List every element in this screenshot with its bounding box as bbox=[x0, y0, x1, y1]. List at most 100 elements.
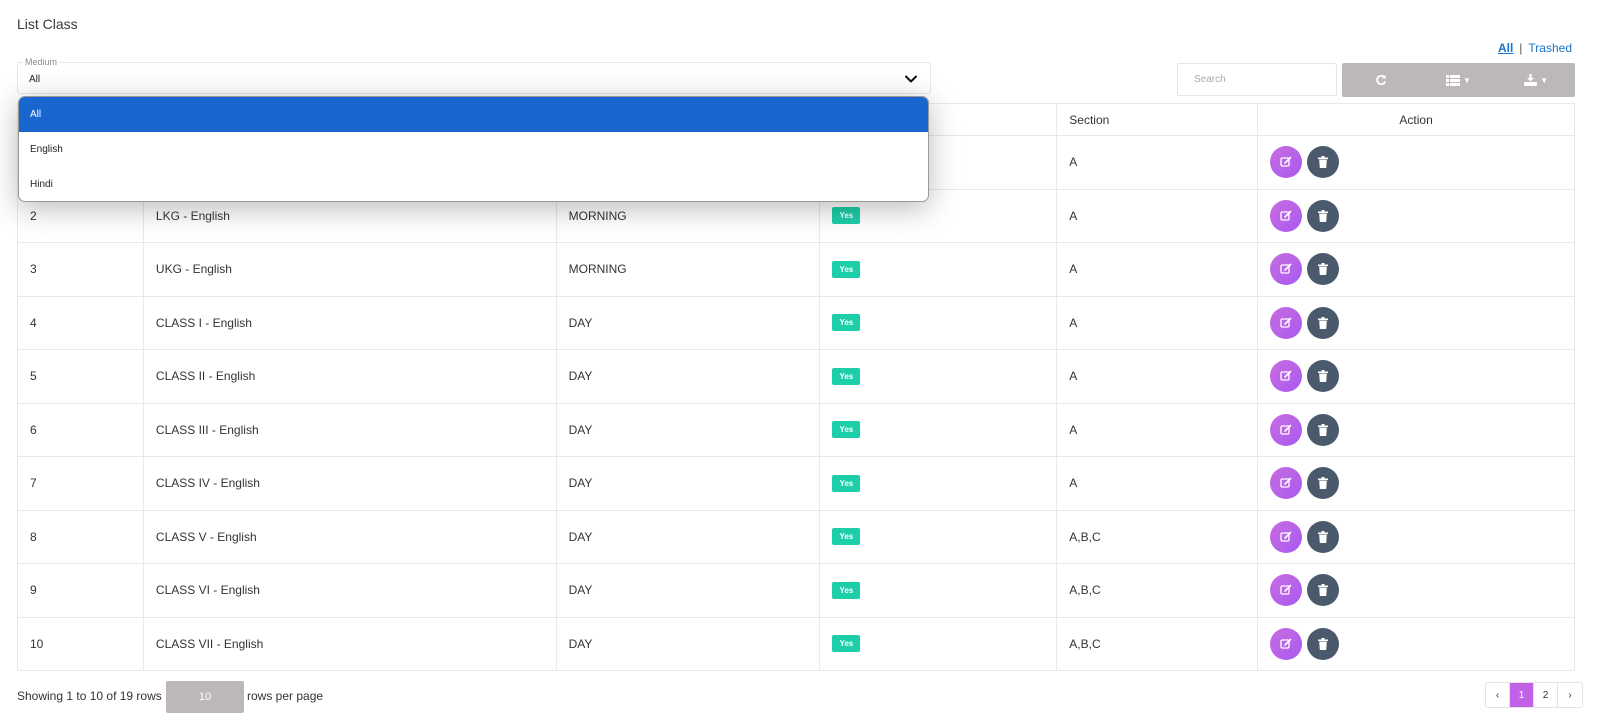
table-body: 1Nursery - EnglishMORNINGYesA2LKG - Engl… bbox=[17, 135, 1575, 671]
trash-icon bbox=[1318, 477, 1329, 490]
status-badge: Yes bbox=[832, 635, 861, 653]
refresh-button[interactable] bbox=[1342, 63, 1420, 97]
cell-no: 10 bbox=[17, 616, 144, 671]
delete-button[interactable] bbox=[1307, 574, 1340, 607]
cell-status: Yes bbox=[819, 402, 1058, 457]
cell-section: A bbox=[1056, 295, 1259, 350]
edit-button[interactable] bbox=[1270, 360, 1303, 393]
row-actions bbox=[1270, 199, 1574, 232]
cell-class: UKG - English bbox=[142, 242, 557, 297]
cell-class: CLASS V - English bbox=[142, 509, 557, 564]
edit-icon bbox=[1280, 424, 1292, 435]
chevron-down-icon[interactable] bbox=[904, 72, 918, 86]
row-actions bbox=[1270, 467, 1574, 500]
cell-action bbox=[1257, 563, 1575, 618]
cell-no: 4 bbox=[17, 295, 144, 350]
delete-button[interactable] bbox=[1307, 413, 1340, 446]
cell-shift: DAY bbox=[555, 295, 821, 350]
status-badge: Yes bbox=[832, 260, 861, 278]
edit-icon bbox=[1280, 210, 1292, 221]
row-actions bbox=[1270, 146, 1574, 179]
trash-icon bbox=[1318, 263, 1329, 276]
row-actions bbox=[1270, 574, 1574, 607]
table-row: 10 CLASS VII - English DAY Yes A,B,C bbox=[17, 616, 1575, 671]
row-actions bbox=[1270, 520, 1574, 553]
cell-section: A bbox=[1056, 188, 1259, 243]
cell-status: Yes bbox=[819, 242, 1058, 297]
cell-action bbox=[1257, 349, 1575, 404]
cell-class: CLASS VII - English bbox=[142, 616, 557, 671]
cell-section: A,B,C bbox=[1056, 509, 1259, 564]
edit-button[interactable] bbox=[1270, 413, 1303, 446]
edit-button[interactable] bbox=[1270, 467, 1303, 500]
delete-button[interactable] bbox=[1307, 360, 1340, 393]
cell-status: Yes bbox=[819, 349, 1058, 404]
medium-value: All bbox=[29, 74, 41, 85]
delete-button[interactable] bbox=[1307, 146, 1340, 179]
edit-button[interactable] bbox=[1270, 627, 1303, 660]
delete-button[interactable] bbox=[1307, 627, 1340, 660]
cell-class: CLASS III - English bbox=[142, 402, 557, 457]
cell-action bbox=[1257, 402, 1575, 457]
export-button[interactable]: ▼ bbox=[1497, 63, 1575, 97]
cell-shift: DAY bbox=[555, 402, 821, 457]
medium-option-hindi[interactable]: Hindi bbox=[19, 167, 928, 201]
trash-icon bbox=[1318, 156, 1329, 169]
medium-select[interactable]: Medium All bbox=[17, 57, 931, 94]
pagination: ‹ 1 2 › bbox=[1485, 682, 1583, 708]
table-row: 7 CLASS IV - English DAY Yes A bbox=[17, 456, 1575, 511]
header-action: Action bbox=[1257, 103, 1575, 136]
cell-action bbox=[1257, 295, 1575, 350]
page-button-1[interactable]: 1 bbox=[1510, 683, 1534, 707]
cell-section: A,B,C bbox=[1056, 616, 1259, 671]
page-button-2[interactable]: 2 bbox=[1534, 683, 1558, 707]
delete-button[interactable] bbox=[1307, 467, 1340, 500]
cell-shift: DAY bbox=[555, 509, 821, 564]
edit-button[interactable] bbox=[1270, 520, 1303, 553]
edit-icon bbox=[1280, 263, 1292, 274]
status-badge: Yes bbox=[832, 581, 861, 599]
cell-action bbox=[1257, 456, 1575, 511]
view-links-separator: | bbox=[1519, 41, 1523, 55]
delete-button[interactable] bbox=[1307, 199, 1340, 232]
medium-option-english[interactable]: English bbox=[19, 132, 928, 167]
delete-button[interactable] bbox=[1307, 253, 1340, 286]
page: List Class All | Trashed Medium All All En… bbox=[0, 0, 1600, 728]
cell-status: Yes bbox=[819, 295, 1058, 350]
search-input[interactable] bbox=[1177, 63, 1337, 96]
delete-button[interactable] bbox=[1307, 520, 1340, 553]
status-badge: Yes bbox=[832, 367, 861, 385]
trashed-link[interactable]: Trashed bbox=[1528, 41, 1572, 55]
edit-button[interactable] bbox=[1270, 306, 1303, 339]
status-badge: Yes bbox=[832, 528, 861, 546]
next-page-button[interactable]: › bbox=[1558, 683, 1582, 707]
table-row: 6 CLASS III - English DAY Yes A bbox=[17, 402, 1575, 457]
delete-button[interactable] bbox=[1307, 306, 1340, 339]
medium-option-all[interactable]: All bbox=[19, 97, 928, 132]
header-section[interactable]: Section bbox=[1056, 103, 1259, 136]
cell-class: CLASS II - English bbox=[142, 349, 557, 404]
cell-status: Yes bbox=[819, 563, 1058, 618]
edit-button[interactable] bbox=[1270, 199, 1303, 232]
rows-per-page-select[interactable]: 10 bbox=[166, 681, 244, 713]
cell-status: Yes bbox=[819, 616, 1058, 671]
table-row: 9 CLASS VI - English DAY Yes A,B,C bbox=[17, 563, 1575, 618]
row-actions bbox=[1270, 627, 1574, 660]
status-badge: Yes bbox=[832, 474, 861, 492]
cell-action bbox=[1257, 135, 1575, 190]
edit-button[interactable] bbox=[1270, 253, 1303, 286]
edit-button[interactable] bbox=[1270, 574, 1303, 607]
edit-icon bbox=[1280, 370, 1292, 381]
status-badge: Yes bbox=[832, 421, 861, 439]
prev-page-button[interactable]: ‹ bbox=[1486, 683, 1510, 707]
trash-icon bbox=[1318, 584, 1329, 597]
trash-icon bbox=[1318, 370, 1329, 383]
medium-label: Medium bbox=[23, 57, 60, 67]
pagination-info: Showing 1 to 10 of 19 rows bbox=[17, 689, 162, 703]
edit-button[interactable] bbox=[1270, 146, 1303, 179]
columns-button[interactable]: ▼ bbox=[1420, 63, 1498, 97]
cell-section: A bbox=[1056, 349, 1259, 404]
cell-status: Yes bbox=[819, 509, 1058, 564]
cell-action bbox=[1257, 242, 1575, 297]
all-link[interactable]: All bbox=[1498, 41, 1513, 55]
